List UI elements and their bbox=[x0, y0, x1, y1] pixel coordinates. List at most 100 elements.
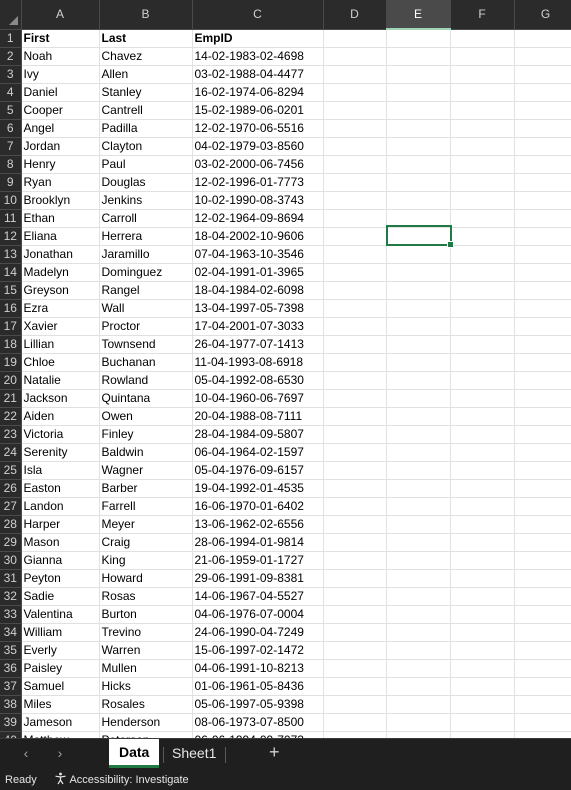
empty-cell[interactable] bbox=[450, 371, 515, 390]
row-header[interactable]: 35 bbox=[0, 641, 22, 660]
next-sheet-arrow-icon[interactable]: › bbox=[52, 745, 68, 761]
data-cell[interactable]: Gianna bbox=[21, 551, 100, 570]
data-cell[interactable]: 21-06-1959-01-1727 bbox=[192, 551, 324, 570]
data-cell[interactable]: Henderson bbox=[99, 713, 193, 732]
select-all-corner[interactable] bbox=[0, 0, 22, 30]
row-header[interactable]: 1 bbox=[0, 29, 22, 48]
accessibility-status-button[interactable]: Accessibility: Investigate bbox=[54, 771, 189, 790]
spreadsheet-grid[interactable]: A B C D E F G 1 First Last EmpID 2 Noah Chavez… bbox=[0, 0, 571, 738]
empty-cell[interactable] bbox=[386, 371, 451, 390]
empty-cell[interactable] bbox=[386, 317, 451, 336]
data-cell[interactable]: Brooklyn bbox=[21, 191, 100, 210]
empty-cell[interactable] bbox=[514, 677, 571, 696]
empty-cell[interactable] bbox=[450, 605, 515, 624]
data-cell[interactable]: Townsend bbox=[99, 335, 193, 354]
empty-cell[interactable] bbox=[323, 641, 387, 660]
empty-cell[interactable] bbox=[386, 659, 451, 678]
data-cell[interactable]: Jameson bbox=[21, 713, 100, 732]
empty-cell[interactable] bbox=[450, 29, 515, 48]
data-cell[interactable]: Daniel bbox=[21, 83, 100, 102]
empty-cell[interactable] bbox=[450, 641, 515, 660]
data-cell[interactable]: Dominguez bbox=[99, 263, 193, 282]
empty-cell[interactable] bbox=[514, 659, 571, 678]
empty-cell[interactable] bbox=[386, 479, 451, 498]
data-cell[interactable]: Chloe bbox=[21, 353, 100, 372]
empty-cell[interactable] bbox=[323, 299, 387, 318]
data-cell[interactable]: Mullen bbox=[99, 659, 193, 678]
column-header-a[interactable]: A bbox=[21, 0, 100, 30]
empty-cell[interactable] bbox=[514, 47, 571, 66]
data-cell[interactable]: Mason bbox=[21, 533, 100, 552]
empty-cell[interactable] bbox=[514, 335, 571, 354]
data-cell[interactable]: 10-02-1990-08-3743 bbox=[192, 191, 324, 210]
data-cell[interactable]: Landon bbox=[21, 497, 100, 516]
column-header-b[interactable]: B bbox=[99, 0, 193, 30]
empty-cell[interactable] bbox=[323, 587, 387, 606]
empty-cell[interactable] bbox=[386, 299, 451, 318]
data-cell[interactable]: Farrell bbox=[99, 497, 193, 516]
empty-cell[interactable] bbox=[450, 47, 515, 66]
row-header[interactable]: 8 bbox=[0, 155, 22, 174]
empty-cell[interactable] bbox=[514, 425, 571, 444]
empty-cell[interactable] bbox=[386, 695, 451, 714]
empty-cell[interactable] bbox=[323, 227, 387, 246]
data-cell[interactable]: 15-06-1997-02-1472 bbox=[192, 641, 324, 660]
data-cell[interactable]: 12-02-1970-06-5516 bbox=[192, 119, 324, 138]
empty-cell[interactable] bbox=[450, 407, 515, 426]
data-cell[interactable]: Warren bbox=[99, 641, 193, 660]
data-cell[interactable]: Meyer bbox=[99, 515, 193, 534]
empty-cell[interactable] bbox=[323, 569, 387, 588]
empty-cell[interactable] bbox=[514, 569, 571, 588]
empty-cell[interactable] bbox=[323, 443, 387, 462]
data-cell[interactable]: Douglas bbox=[99, 173, 193, 192]
data-cell[interactable]: 04-06-1991-10-8213 bbox=[192, 659, 324, 678]
data-cell[interactable]: 14-06-1967-04-5527 bbox=[192, 587, 324, 606]
row-header[interactable]: 24 bbox=[0, 443, 22, 462]
data-cell[interactable]: Wagner bbox=[99, 461, 193, 480]
empty-cell[interactable] bbox=[323, 551, 387, 570]
data-cell[interactable]: Stanley bbox=[99, 83, 193, 102]
data-cell[interactable]: 20-04-1988-08-7111 bbox=[192, 407, 324, 426]
row-header[interactable]: 15 bbox=[0, 281, 22, 300]
row-header[interactable]: 22 bbox=[0, 407, 22, 426]
empty-cell[interactable] bbox=[514, 515, 571, 534]
empty-cell[interactable] bbox=[386, 29, 451, 48]
data-cell[interactable]: 13-04-1997-05-7398 bbox=[192, 299, 324, 318]
row-header[interactable]: 38 bbox=[0, 695, 22, 714]
row-header[interactable]: 26 bbox=[0, 479, 22, 498]
empty-cell[interactable] bbox=[323, 371, 387, 390]
column-header-g[interactable]: G bbox=[514, 0, 571, 30]
empty-cell[interactable] bbox=[450, 299, 515, 318]
empty-cell[interactable] bbox=[386, 155, 451, 174]
empty-cell[interactable] bbox=[386, 461, 451, 480]
data-cell[interactable]: Aiden bbox=[21, 407, 100, 426]
empty-cell[interactable] bbox=[323, 83, 387, 102]
data-cell[interactable]: Baldwin bbox=[99, 443, 193, 462]
data-cell[interactable]: Natalie bbox=[21, 371, 100, 390]
row-header[interactable]: 27 bbox=[0, 497, 22, 516]
empty-cell[interactable] bbox=[323, 353, 387, 372]
data-cell[interactable]: Peyton bbox=[21, 569, 100, 588]
empty-cell[interactable] bbox=[323, 695, 387, 714]
empty-cell[interactable] bbox=[514, 605, 571, 624]
empty-cell[interactable] bbox=[514, 407, 571, 426]
data-cell[interactable]: Paul bbox=[99, 155, 193, 174]
empty-cell[interactable] bbox=[450, 173, 515, 192]
empty-cell[interactable] bbox=[450, 209, 515, 228]
data-cell[interactable]: Isla bbox=[21, 461, 100, 480]
empty-cell[interactable] bbox=[450, 461, 515, 480]
data-cell[interactable]: 26-04-1977-07-1413 bbox=[192, 335, 324, 354]
row-header[interactable]: 33 bbox=[0, 605, 22, 624]
data-cell[interactable]: 11-04-1993-08-6918 bbox=[192, 353, 324, 372]
empty-cell[interactable] bbox=[323, 191, 387, 210]
row-header[interactable]: 17 bbox=[0, 317, 22, 336]
data-cell[interactable]: 12-02-1996-01-7773 bbox=[192, 173, 324, 192]
data-cell[interactable]: Craig bbox=[99, 533, 193, 552]
empty-cell[interactable] bbox=[514, 497, 571, 516]
empty-cell[interactable] bbox=[514, 137, 571, 156]
empty-cell[interactable] bbox=[450, 515, 515, 534]
data-cell[interactable]: Easton bbox=[21, 479, 100, 498]
empty-cell[interactable] bbox=[514, 245, 571, 264]
empty-cell[interactable] bbox=[386, 101, 451, 120]
data-cell[interactable]: Angel bbox=[21, 119, 100, 138]
